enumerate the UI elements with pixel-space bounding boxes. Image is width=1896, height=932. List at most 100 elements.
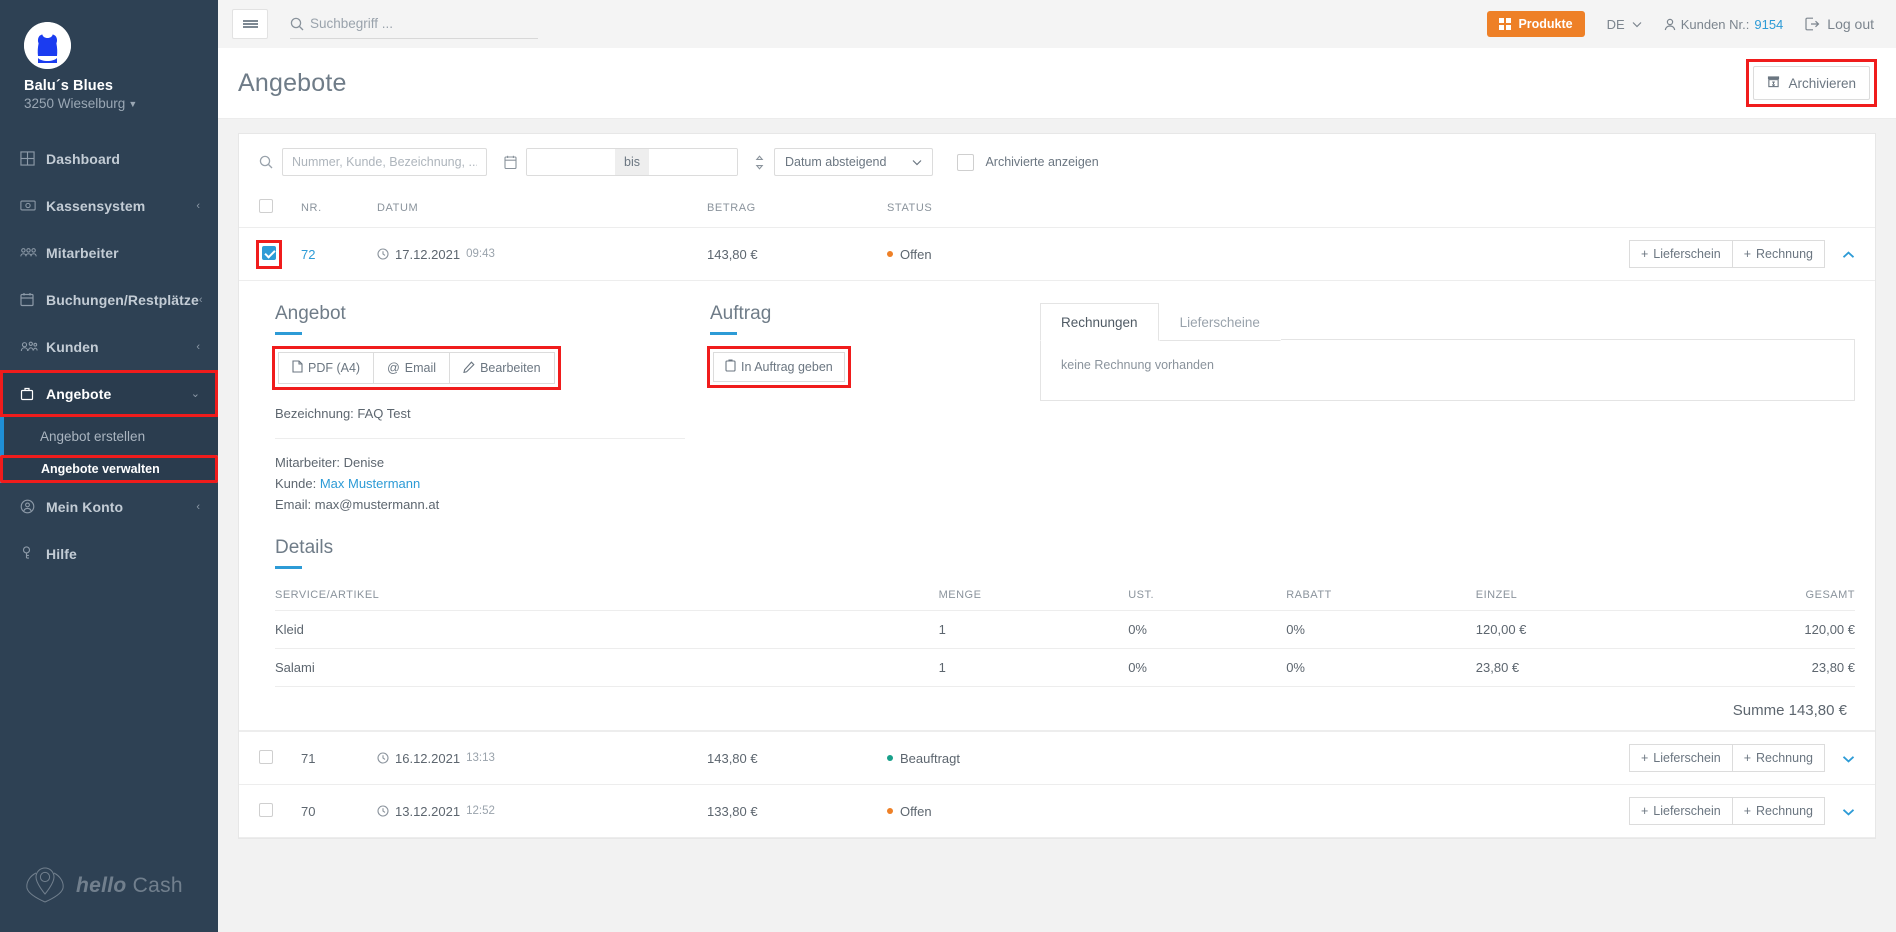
add-rechnung-button[interactable]: + Rechnung bbox=[1732, 797, 1825, 825]
brand-location[interactable]: 3250 Wieselburg ▼ bbox=[24, 96, 218, 111]
show-archived-label: Archivierte anzeigen bbox=[985, 155, 1099, 169]
sidebar: Balu´s Blues 3250 Wieselburg ▼ Dashboard … bbox=[0, 0, 218, 932]
hellocash-logo: hello Cash bbox=[22, 864, 183, 908]
pdf-button[interactable]: PDF (A4) bbox=[278, 352, 375, 384]
details-header-row: SERVICE/ARTIKEL MENGE UST. RABATT EINZEL… bbox=[275, 583, 1855, 611]
row-status-cell: Offen bbox=[887, 227, 1114, 281]
row-checkbox[interactable] bbox=[262, 245, 276, 260]
add-lieferschein-button[interactable]: + Lieferschein bbox=[1628, 240, 1733, 268]
sidebar-item-mein-konto[interactable]: Mein Konto ‹ bbox=[0, 483, 218, 530]
header-actions bbox=[1113, 189, 1875, 228]
row-time: 09:43 bbox=[466, 248, 495, 260]
details-sum: Summe 143,80 € bbox=[1732, 702, 1847, 719]
sidebar-item-hilfe[interactable]: Hilfe bbox=[0, 530, 218, 577]
search-icon bbox=[290, 17, 304, 31]
show-archived-checkbox[interactable] bbox=[957, 153, 975, 171]
row-nr-cell[interactable]: 72 bbox=[301, 227, 377, 281]
expand-row-button[interactable] bbox=[1841, 804, 1855, 819]
offers-table-head: NR. DATUM BETRAG STATUS bbox=[239, 189, 1875, 228]
add-lieferschein-button[interactable]: + Lieferschein bbox=[1628, 744, 1733, 772]
email-label-static: Email: bbox=[275, 497, 312, 512]
search-input[interactable] bbox=[310, 16, 538, 31]
chevron-left-icon: ‹ bbox=[196, 340, 200, 353]
add-rechnung-button[interactable]: + Rechnung bbox=[1732, 744, 1825, 772]
chevron-down-icon bbox=[1842, 755, 1854, 763]
chevron-down-icon: ⌄ bbox=[190, 388, 200, 400]
sidebar-subitem-angebote-verwalten[interactable]: Angebote verwalten bbox=[0, 455, 218, 483]
customer-number[interactable]: Kunden Nr.: 9154 bbox=[1664, 16, 1783, 32]
sidebar-nav: Dashboard Kassensystem ‹ Mitarbeiter Buc… bbox=[0, 135, 218, 577]
offer-number: 71 bbox=[301, 750, 316, 766]
expand-row-button[interactable] bbox=[1841, 751, 1855, 766]
sidebar-item-kunden[interactable]: Kunden ‹ bbox=[0, 323, 218, 370]
table-row[interactable]: 71 16.12.2021 13:13 143,80 € Beauftragt … bbox=[239, 731, 1875, 785]
section-underline bbox=[275, 332, 302, 335]
email-row: Email: max@mustermann.at bbox=[275, 494, 710, 515]
sort-select[interactable]: Datum absteigend bbox=[773, 148, 934, 176]
email-button[interactable]: @ Email bbox=[374, 352, 451, 384]
filter-search-input[interactable] bbox=[282, 148, 487, 176]
collapse-row-button[interactable] bbox=[1841, 247, 1855, 262]
auftrag-section: Auftrag In Auftrag geben bbox=[707, 303, 1040, 515]
sidebar-item-label: Kassensystem bbox=[46, 197, 146, 214]
global-search[interactable] bbox=[290, 9, 538, 39]
grid-icon bbox=[20, 151, 46, 166]
sidebar-item-mitarbeiter[interactable]: Mitarbeiter bbox=[0, 229, 218, 276]
language-selector[interactable]: DE bbox=[1607, 17, 1642, 32]
date-from-input[interactable] bbox=[527, 149, 615, 175]
sidebar-item-kassensystem[interactable]: Kassensystem ‹ bbox=[0, 182, 218, 229]
filter-date-group: bis bbox=[504, 148, 738, 176]
expanded-columns: Angebot PDF (A4) @ Email Bearbeiten Beze… bbox=[259, 287, 1855, 515]
sidebar-item-buchungen[interactable]: Buchungen/Restplätze ‹ bbox=[0, 276, 218, 323]
edit-button[interactable]: Bearbeiten bbox=[450, 352, 555, 384]
select-all-checkbox[interactable] bbox=[259, 199, 273, 213]
details-header-ust: UST. bbox=[1128, 583, 1287, 611]
offer-number-link[interactable]: 72 bbox=[301, 247, 315, 262]
produkte-button[interactable]: Produkte bbox=[1487, 11, 1585, 37]
row-select-cell[interactable] bbox=[239, 227, 301, 281]
row-select-cell[interactable] bbox=[239, 731, 301, 785]
details-einzel: 23,80 € bbox=[1475, 648, 1666, 687]
sidebar-item-label: Mitarbeiter bbox=[46, 244, 119, 261]
in-auftrag-geben-button[interactable]: In Auftrag geben bbox=[713, 352, 845, 382]
bezeichnung-row: Bezeichnung: FAQ Test bbox=[275, 403, 710, 424]
documents-section: Rechnungen Lieferscheine keine Rechnung … bbox=[1040, 303, 1855, 515]
sort-icon bbox=[754, 154, 765, 170]
plus-icon: + bbox=[1640, 751, 1649, 765]
details-menge: 1 bbox=[938, 610, 1129, 649]
tab-lieferscheine[interactable]: Lieferscheine bbox=[1158, 303, 1281, 341]
row-actions-cell: + Lieferschein + Rechnung bbox=[1113, 227, 1875, 281]
date-to-input[interactable] bbox=[648, 149, 737, 175]
logout-button[interactable]: Log out bbox=[1805, 16, 1874, 32]
details-table-body: Kleid 1 0% 0% 120,00 € 120,00 € Salami 1… bbox=[275, 610, 1855, 731]
archive-button[interactable]: Archivieren bbox=[1753, 66, 1870, 100]
content-scroll-area[interactable]: bis Datum absteigend bbox=[218, 119, 1896, 932]
offers-table: NR. DATUM BETRAG STATUS 72 17.12.2021 09… bbox=[239, 189, 1875, 838]
details-gesamt: 120,00 € bbox=[1665, 610, 1855, 649]
header-status: STATUS bbox=[887, 189, 1114, 228]
pencil-icon bbox=[463, 360, 475, 376]
page-header: Angebote Archivieren bbox=[218, 48, 1896, 119]
mitarbeiter-value: Denise bbox=[343, 455, 385, 470]
chevron-down-icon bbox=[913, 159, 922, 165]
pdf-label: PDF (A4) bbox=[308, 361, 361, 375]
table-row[interactable]: 70 13.12.2021 12:52 133,80 € Offen + Lie… bbox=[239, 784, 1875, 838]
menu-toggle-button[interactable] bbox=[232, 9, 268, 39]
kunde-link[interactable]: Max Mustermann bbox=[320, 476, 420, 491]
header-select-all[interactable] bbox=[239, 189, 301, 228]
sidebar-brand[interactable]: Balu´s Blues 3250 Wieselburg ▼ bbox=[0, 0, 218, 125]
row-checkbox[interactable] bbox=[259, 802, 273, 817]
row-checkbox[interactable] bbox=[259, 749, 273, 764]
sidebar-item-dashboard[interactable]: Dashboard bbox=[0, 135, 218, 182]
sidebar-subitem-angebot-erstellen[interactable]: Angebot erstellen bbox=[4, 417, 218, 455]
sidebar-item-angebote[interactable]: Angebote ⌄ bbox=[0, 370, 218, 417]
row-select-cell[interactable] bbox=[239, 784, 301, 838]
table-row[interactable]: 72 17.12.2021 09:43 143,80 € Offen + Lie… bbox=[239, 227, 1875, 281]
angebot-section: Angebot PDF (A4) @ Email Bearbeiten Beze… bbox=[272, 303, 710, 515]
tab-rechnungen[interactable]: Rechnungen bbox=[1040, 303, 1159, 341]
row-time: 12:52 bbox=[466, 805, 495, 817]
filter-archived-group[interactable]: Archivierte anzeigen bbox=[957, 153, 1099, 171]
add-rechnung-button[interactable]: + Rechnung bbox=[1732, 240, 1825, 268]
customer-number-label: Kunden Nr.: bbox=[1680, 16, 1750, 32]
add-lieferschein-button[interactable]: + Lieferschein bbox=[1628, 797, 1733, 825]
